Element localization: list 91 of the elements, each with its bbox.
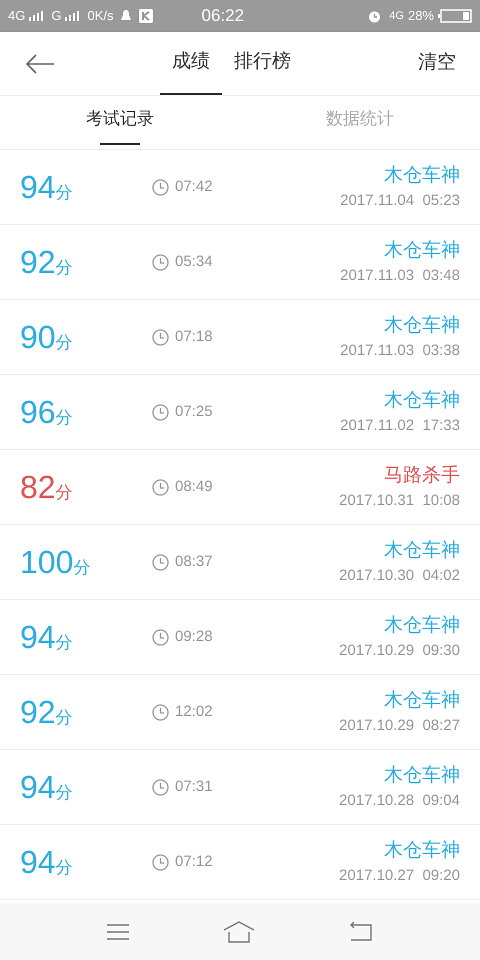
duration-text: 07:12 [175,852,213,872]
header-tab[interactable]: 成绩 [160,32,222,95]
clock-time: 06:22 [201,5,244,28]
clock-icon [152,628,169,646]
score-value: 94 [20,618,56,657]
rank-title: 马路杀手 [384,464,460,488]
clock-icon [152,554,169,570]
clock-icon [152,328,169,346]
date-text: 2017.10.27 09:20 [339,866,460,886]
clock-icon [152,404,169,420]
date-text: 2017.11.03 03:38 [340,341,460,361]
score-unit: 分 [56,257,73,279]
duration-text: 05:34 [175,252,213,272]
back-icon[interactable] [349,922,373,942]
score-unit: 分 [56,782,73,804]
duration-text: 07:31 [175,776,213,797]
date-text: 2017.11.02 17:33 [340,416,460,436]
rank-title: 木仓车神 [384,614,460,638]
signal-icon [29,11,44,21]
bell-icon [121,10,132,22]
record-row[interactable]: 94分 07:31 木仓车神 2017.10.28 09:04 [0,750,480,825]
date-text: 2017.10.30 04:02 [339,566,460,586]
rank-title: 木仓车神 [384,314,460,338]
duration-text: 07:42 [175,176,213,197]
score-value: 92 [20,693,56,732]
clock-icon [152,478,169,496]
date-text: 2017.10.28 09:04 [339,791,460,811]
score-unit: 分 [56,407,73,429]
clock-icon [152,778,169,796]
battery-label: 28% [408,7,434,26]
clear-button[interactable]: 清空 [418,49,480,78]
sub-tab[interactable]: 考试记录 [0,96,240,149]
alarm-icon [368,10,382,22]
score-unit: 分 [56,332,73,354]
sub-tab[interactable]: 数据统计 [240,96,480,149]
menu-icon[interactable] [107,922,129,940]
date-text: 2017.10.29 08:27 [339,716,460,736]
rank-title: 木仓车神 [384,838,460,862]
signal-icon [65,11,80,21]
duration-text: 08:49 [175,476,213,497]
score-unit: 分 [56,857,73,879]
header-tab[interactable]: 排行榜 [222,32,303,95]
back-arrow-icon [25,54,55,74]
speed-label: 0K/s [87,7,114,26]
score-value: 94 [20,168,56,207]
score-value: 94 [20,768,56,807]
date-text: 2017.10.29 09:30 [339,641,460,661]
rank-title: 木仓车神 [384,164,460,188]
score-value: 94 [20,843,56,882]
score-value: 96 [20,393,56,432]
record-row[interactable]: 94分 09:28 木仓车神 2017.10.29 09:30 [0,600,480,675]
network-label: G [51,7,62,26]
clock-icon [152,704,169,720]
date-text: 2017.10.31 10:08 [339,491,460,511]
clock-icon [152,854,169,870]
record-row[interactable]: 82分 08:49 马路杀手 2017.10.31 10:08 [0,450,480,525]
clock-icon [152,254,169,270]
score-value: 100 [20,543,74,582]
score-unit: 分 [73,557,90,579]
network-label: 4G [389,8,404,24]
rank-title: 木仓车神 [384,388,460,412]
score-unit: 分 [56,707,73,729]
network-label: 4G [8,7,26,26]
record-row[interactable]: 90分 07:18 木仓车神 2017.11.03 03:38 [0,300,480,375]
date-text: 2017.11.03 03:48 [340,266,460,286]
battery-icon [438,9,472,23]
duration-text: 08:37 [175,552,213,572]
duration-text: 07:25 [175,402,213,422]
score-unit: 分 [56,182,73,204]
rank-title: 木仓车神 [384,538,460,562]
record-row[interactable]: 100分 08:37 木仓车神 2017.10.30 04:02 [0,525,480,600]
score-value: 90 [20,318,56,357]
score-value: 82 [20,468,56,507]
date-text: 2017.11.04 05:23 [340,191,460,211]
record-row[interactable]: 94分 07:42 木仓车神 2017.11.04 05:23 [0,150,480,225]
rank-title: 木仓车神 [384,238,460,262]
score-unit: 分 [56,632,73,654]
k-icon [139,9,154,23]
clock-icon [152,178,169,196]
record-row[interactable]: 94分 07:12 木仓车神 2017.10.27 09:20 [0,825,480,900]
duration-text: 09:28 [175,626,213,647]
score-value: 92 [20,243,56,282]
record-row[interactable]: 92分 05:34 木仓车神 2017.11.03 03:48 [0,225,480,300]
score-unit: 分 [56,482,73,504]
record-row[interactable]: 96分 07:25 木仓车神 2017.11.02 17:33 [0,375,480,450]
rank-title: 木仓车神 [384,688,460,712]
record-row[interactable]: 92分 12:02 木仓车神 2017.10.29 08:27 [0,675,480,750]
home-icon[interactable] [223,920,255,942]
duration-text: 07:18 [175,326,213,347]
duration-text: 12:02 [175,702,213,722]
rank-title: 木仓车神 [384,764,460,788]
